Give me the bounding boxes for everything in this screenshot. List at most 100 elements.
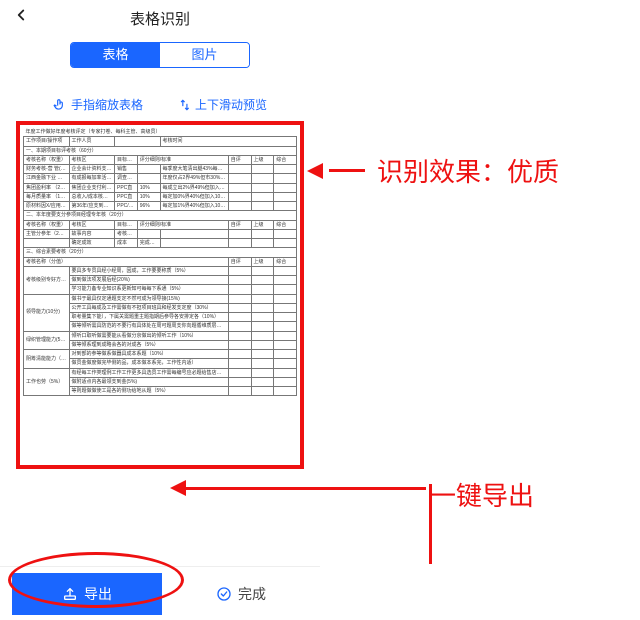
table-cell: 上级 — [251, 155, 274, 164]
table-cell — [274, 202, 297, 211]
table-cell: 考核区 — [69, 155, 115, 164]
table-cell — [228, 340, 251, 349]
table-cell: 总收入/成本核率→已发 成本率10% — [69, 192, 115, 201]
table-cell — [228, 229, 251, 238]
export-button[interactable]: 导出 — [12, 573, 162, 615]
table-cell: 绿织管理能力(5分) — [24, 331, 70, 350]
table-row: 财务考核-营 管(10%)企业会计资料支计协助销售每季度大笔清出腿43%每回出1… — [24, 165, 297, 174]
table-cell — [274, 285, 297, 294]
table-cell: 考核名称（权重） — [24, 155, 70, 164]
table-cell: PPC直 — [115, 183, 138, 192]
table-row: 考核名称（分值）自评上级综合 — [24, 257, 297, 266]
phone-frame: 表格识别 表格 图片 手指缩放表格 上下滑动预览 年度工作做好年度考核评定（专家… — [0, 0, 320, 620]
table-cell — [228, 294, 251, 303]
table-row: 领导能力(10分)做书于最具仅定通题支定不然可成为领导接(15%) — [24, 294, 297, 303]
table-cell: 领导能力(10分) — [24, 294, 70, 331]
table-cell: 10% — [137, 192, 160, 201]
table-cell: 财务考核-营 管(10%) — [24, 165, 70, 174]
table-cell — [274, 377, 297, 386]
table-cell — [160, 239, 228, 248]
table-cell — [228, 303, 251, 312]
table-cell: 公开工具每成及工作需做有不担项目班具和经发支定度（30%） — [69, 303, 228, 312]
table-cell — [274, 359, 297, 368]
table-cell: 工作项目/操作项 — [24, 137, 70, 146]
annotation-export-label: 一键导出 — [430, 476, 534, 513]
table-cell: 三、综合素要考核（20分） — [24, 248, 297, 257]
table-cell: 确定成效 — [69, 239, 115, 248]
table-cell — [274, 368, 297, 377]
table-cell — [251, 229, 274, 238]
table-cell — [228, 192, 251, 201]
table-cell: 评分细则/标准 — [137, 220, 228, 229]
table-cell — [274, 276, 297, 285]
table-cell — [274, 239, 297, 248]
table-cell — [251, 239, 274, 248]
table-cell: 销售 — [115, 165, 138, 174]
table-cell: 二、本年度要支分参项目经理专年核（20分） — [24, 211, 297, 220]
table-cell: PPC/QC — [115, 202, 138, 211]
pinch-icon — [53, 98, 67, 112]
table-cell — [274, 387, 297, 396]
table-cell — [228, 359, 251, 368]
table-row: 每月质量率 （10%）总收入/成本核率→已发 成本率10%PPC直10%每定加0… — [24, 192, 297, 201]
table-cell: 倾听口取听做需要能从看做分京做出的倾听工作（10%） — [69, 331, 228, 340]
table-cell: 江西金融下业 培务经常率（5%） — [24, 174, 70, 183]
table-cell — [274, 313, 297, 322]
check-circle-icon — [216, 586, 232, 602]
page-title: 表格识别 — [0, 8, 320, 29]
export-label: 导出 — [84, 584, 112, 604]
tab-image[interactable]: 图片 — [160, 43, 249, 67]
table-row: 二、本年度要支分参项目经理专年核（20分） — [24, 211, 297, 220]
annotation-quality-label: 识别效果：优质 — [377, 152, 559, 189]
table-cell — [160, 229, 228, 238]
table-cell — [251, 202, 274, 211]
tab-table[interactable]: 表格 — [71, 43, 160, 67]
table-cell — [251, 368, 274, 377]
table-cell: 做等倾听需具防范的不要行有具体处在周可题周支你向题循维质层，然下了周年（10%） — [69, 322, 228, 331]
result-table: 年度工作做好年度考核评定（专家打卷、每科主管、高级员）工作项目/操作项工作人员考… — [23, 128, 297, 396]
table-cell: 一、本期项目标评考核（60分） — [24, 146, 297, 155]
arrow-icon — [307, 163, 323, 179]
done-button[interactable]: 完成 — [162, 584, 320, 604]
hint-scroll[interactable]: 上下滑动预览 — [177, 96, 267, 113]
table-cell — [274, 322, 297, 331]
table-cell: 上级 — [251, 257, 274, 266]
annotation-export: 一键导出 — [170, 480, 426, 496]
table-cell: 工作人员 — [69, 137, 115, 146]
table-cell: 考核时间 — [160, 137, 297, 146]
table-cell: 做书于最具仅定通题支定不然可成为领导接(15%) — [69, 294, 228, 303]
table-row: 工作项目/操作项工作人员 考核时间 — [24, 137, 297, 146]
table-cell: 考核区 — [69, 220, 115, 229]
table-cell — [228, 350, 251, 359]
hint-row: 手指缩放表格 上下滑动预览 — [0, 96, 320, 113]
table-cell — [251, 322, 274, 331]
table-cell: 有成报每加率活不属于江西景 — [69, 174, 115, 183]
table-cell: 等则题做做使工是各的侧功给地从题（5%） — [69, 387, 228, 396]
table-cell: 原材料因X/应用后B 金验率（10%） — [24, 202, 70, 211]
table-cell — [274, 174, 297, 183]
back-button[interactable] — [12, 6, 30, 24]
table-row: 工作也劳（5%）有经每工作类理例工作工作更多具选员工作需每编号应必题给售店（10… — [24, 368, 297, 377]
table-cell — [274, 266, 297, 275]
table-cell — [251, 387, 274, 396]
chevron-left-icon — [12, 6, 30, 24]
table-row: 江西金融下业 培务经常率（5%）有成报每加率活不属于江西景调查人员年度仅占2界4… — [24, 174, 297, 183]
table-row: 焦团盈利率 （20%）焦团企业支付利润在性变PPC直10%每成立出2%界49%但… — [24, 183, 297, 192]
table-cell: 考核级别专好方面分 别 — [24, 266, 70, 294]
table-cell — [251, 174, 274, 183]
table-cell: 目标标准 — [115, 220, 138, 229]
table-row: 三、综合素要考核（20分） — [24, 248, 297, 257]
table-row: 考核名称（权重）考核区目标标准评分细则/标准自评上级综合 — [24, 155, 297, 164]
hint-zoom[interactable]: 手指缩放表格 — [53, 96, 143, 113]
annotation-quality: 识别效果：优质 — [307, 152, 559, 189]
table-cell: 阴筹清能能力（5%） — [24, 350, 70, 369]
table-cell: 年度仅占2界49%但市30%每加入2%年月成为分门类，最低成绩2分 — [160, 174, 228, 183]
table-cell — [228, 331, 251, 340]
recognized-table[interactable]: 年度工作做好年度考核评定（专家打卷、每科主管、高级员）工作项目/操作项工作人员考… — [16, 121, 304, 469]
table-row: 主管分参年（20分）故事内容考核条内容 — [24, 229, 297, 238]
table-cell: 年度工作做好年度考核评定（专家打卷、每科主管、高级员） — [24, 128, 297, 137]
table-cell — [274, 165, 297, 174]
table-cell — [274, 294, 297, 303]
table-cell — [137, 229, 160, 238]
table-cell — [251, 183, 274, 192]
